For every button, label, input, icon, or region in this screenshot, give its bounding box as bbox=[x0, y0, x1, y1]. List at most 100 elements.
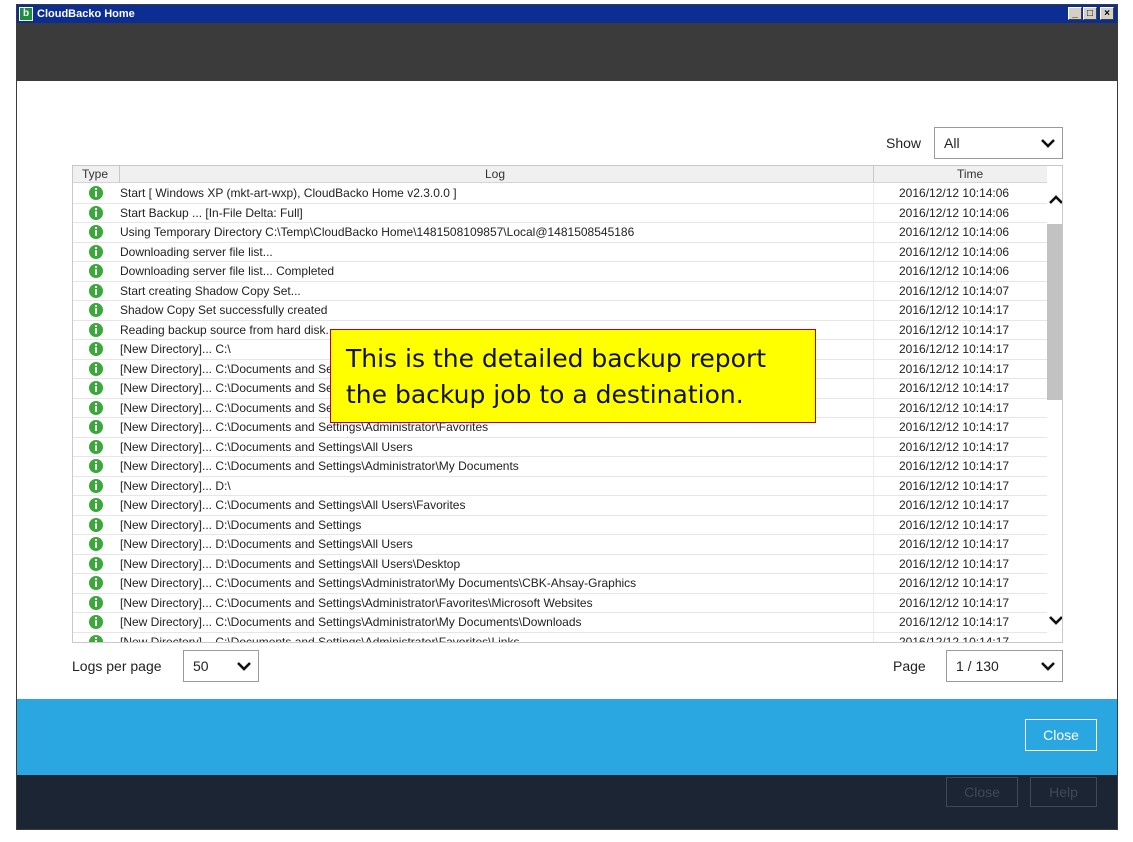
chevron-down-icon[interactable] bbox=[1049, 614, 1063, 626]
row-divider bbox=[873, 301, 874, 320]
action-bar: Close bbox=[17, 699, 1117, 775]
column-divider[interactable] bbox=[873, 166, 874, 183]
row-divider bbox=[873, 632, 874, 642]
row-divider bbox=[873, 437, 874, 456]
table-row[interactable]: Using Temporary Directory C:\Temp\CloudB… bbox=[73, 223, 1047, 243]
log-time: 2016/12/12 10:14:17 bbox=[899, 420, 1010, 434]
info-circle-icon bbox=[89, 498, 103, 512]
row-divider bbox=[873, 593, 874, 612]
annotation-line-1: This is the detailed backup report bbox=[346, 344, 767, 373]
scroll-thumb[interactable] bbox=[1047, 224, 1062, 400]
log-time: 2016/12/12 10:14:06 bbox=[899, 225, 1010, 239]
log-time: 2016/12/12 10:14:17 bbox=[899, 498, 1010, 512]
row-divider bbox=[873, 457, 874, 476]
column-header-type[interactable]: Type bbox=[82, 166, 108, 183]
log-message: [New Directory]... C:\Documents and Sett… bbox=[120, 615, 582, 629]
chevron-down-icon bbox=[1041, 662, 1055, 671]
table-row[interactable]: [New Directory]... D:\ 2016/12/12 10:14:1… bbox=[73, 476, 1047, 496]
log-message: [New Directory]... C:\Documents and Sett… bbox=[120, 459, 519, 473]
table-row[interactable]: [New Directory]... C:\Documents and Sett… bbox=[73, 632, 1047, 643]
column-header-time[interactable]: Time bbox=[957, 166, 983, 183]
column-divider[interactable] bbox=[119, 166, 120, 183]
info-circle-icon bbox=[89, 322, 103, 337]
log-message: Downloading server file list... bbox=[120, 244, 273, 259]
column-header-log[interactable]: Log bbox=[485, 166, 505, 183]
show-filter-select[interactable]: All bbox=[934, 127, 1063, 159]
table-row[interactable]: [New Directory]... D:\Documents and Sett… bbox=[73, 535, 1047, 555]
table-row[interactable]: Downloading server file list... 2016/12/1… bbox=[73, 242, 1047, 262]
table-row[interactable]: [New Directory]... C:\Documents and Sett… bbox=[73, 437, 1047, 457]
table-row[interactable]: [New Directory]... C:\Documents and Sett… bbox=[73, 457, 1047, 477]
row-divider bbox=[873, 476, 874, 495]
table-row[interactable]: Start Backup ... [In-File Delta: Full] 20… bbox=[73, 203, 1047, 223]
chevron-up-icon[interactable] bbox=[1049, 194, 1063, 206]
log-message: Reading backup source from hard disk... bbox=[120, 322, 336, 337]
log-time: 2016/12/12 10:14:17 bbox=[899, 342, 1010, 356]
table-row[interactable]: [New Directory]... D:\Documents and Sett… bbox=[73, 554, 1047, 574]
log-time: 2016/12/12 10:14:17 bbox=[899, 634, 1010, 643]
table-row[interactable]: Shadow Copy Set successfully created 2016… bbox=[73, 301, 1047, 321]
row-divider bbox=[873, 320, 874, 339]
maximize-button[interactable]: □ bbox=[1083, 7, 1097, 20]
log-time: 2016/12/12 10:14:17 bbox=[899, 322, 1010, 337]
row-divider bbox=[873, 379, 874, 398]
row-divider bbox=[873, 418, 874, 437]
table-row[interactable]: [New Directory]... C:\Documents and Sett… bbox=[73, 574, 1047, 594]
row-divider bbox=[873, 223, 874, 242]
vertical-scrollbar[interactable] bbox=[1047, 184, 1063, 642]
log-message: [New Directory]... D:\ bbox=[120, 478, 231, 493]
row-divider bbox=[873, 496, 874, 515]
info-circle-icon bbox=[89, 420, 103, 434]
table-row[interactable]: [New Directory]... C:\Documents and Sett… bbox=[73, 496, 1047, 516]
log-time: 2016/12/12 10:14:07 bbox=[899, 283, 1010, 298]
show-filter-label: Show bbox=[886, 135, 922, 151]
row-divider bbox=[873, 398, 874, 417]
info-circle-icon bbox=[89, 303, 103, 317]
log-time: 2016/12/12 10:14:06 bbox=[899, 186, 1010, 200]
close-button[interactable]: Close bbox=[1025, 719, 1097, 751]
log-time: 2016/12/12 10:14:17 bbox=[899, 381, 1010, 395]
footer-close-button[interactable]: Close bbox=[946, 777, 1018, 807]
log-time: 2016/12/12 10:14:17 bbox=[899, 400, 1010, 415]
table-row[interactable]: [New Directory]... C:\Documents and Sett… bbox=[73, 613, 1047, 633]
log-time: 2016/12/12 10:14:17 bbox=[899, 459, 1010, 473]
table-row[interactable]: Downloading server file list... Complete… bbox=[73, 262, 1047, 282]
table-row[interactable]: Start creating Shadow Copy Set... 2016/12… bbox=[73, 281, 1047, 301]
table-row[interactable]: [New Directory]... D:\Documents and Sett… bbox=[73, 515, 1047, 535]
log-message: [New Directory]... C:\Documents and Sett… bbox=[120, 634, 520, 643]
logs-per-page-value: 50 bbox=[193, 658, 209, 674]
log-time: 2016/12/12 10:14:17 bbox=[899, 517, 1010, 532]
log-time: 2016/12/12 10:14:06 bbox=[899, 205, 1010, 220]
row-divider bbox=[873, 613, 874, 632]
row-divider bbox=[873, 340, 874, 359]
log-time: 2016/12/12 10:14:17 bbox=[899, 615, 1010, 629]
info-circle-icon bbox=[89, 478, 103, 493]
info-circle-icon bbox=[89, 342, 103, 356]
chevron-down-icon bbox=[1041, 139, 1055, 148]
minimize-button[interactable]: _ bbox=[1068, 7, 1082, 20]
log-message: [New Directory]... D:\Documents and Sett… bbox=[120, 517, 362, 532]
row-divider bbox=[873, 574, 874, 593]
log-message: Shadow Copy Set successfully created bbox=[120, 303, 328, 317]
title-bar[interactable]: b CloudBacko Home _ □ × bbox=[17, 5, 1117, 23]
table-row[interactable]: [New Directory]... C:\Documents and Sett… bbox=[73, 593, 1047, 613]
row-divider bbox=[873, 515, 874, 534]
log-time: 2016/12/12 10:14:06 bbox=[899, 244, 1010, 259]
log-time: 2016/12/12 10:14:17 bbox=[899, 439, 1010, 454]
log-time: 2016/12/12 10:14:17 bbox=[899, 478, 1010, 493]
page-select[interactable]: 1 / 130 bbox=[946, 650, 1063, 682]
log-message: [New Directory]... C:\Documents and Sett… bbox=[120, 576, 637, 590]
row-divider bbox=[873, 184, 874, 203]
footer-help-button[interactable]: Help bbox=[1030, 777, 1097, 807]
log-time: 2016/12/12 10:14:17 bbox=[899, 556, 1010, 571]
table-row[interactable]: Start [ Windows XP (mkt-art-wxp), CloudB… bbox=[73, 184, 1047, 204]
info-circle-icon bbox=[89, 225, 103, 239]
info-circle-icon bbox=[89, 439, 103, 454]
log-message: [New Directory]... C:\Documents and Sett… bbox=[120, 498, 466, 512]
info-circle-icon bbox=[89, 283, 103, 298]
info-circle-icon bbox=[89, 537, 103, 551]
log-time: 2016/12/12 10:14:17 bbox=[899, 595, 1010, 610]
logs-per-page-select[interactable]: 50 bbox=[183, 650, 259, 682]
window-close-button[interactable]: × bbox=[1100, 7, 1114, 20]
table-header: Type Log Time bbox=[73, 166, 1047, 183]
